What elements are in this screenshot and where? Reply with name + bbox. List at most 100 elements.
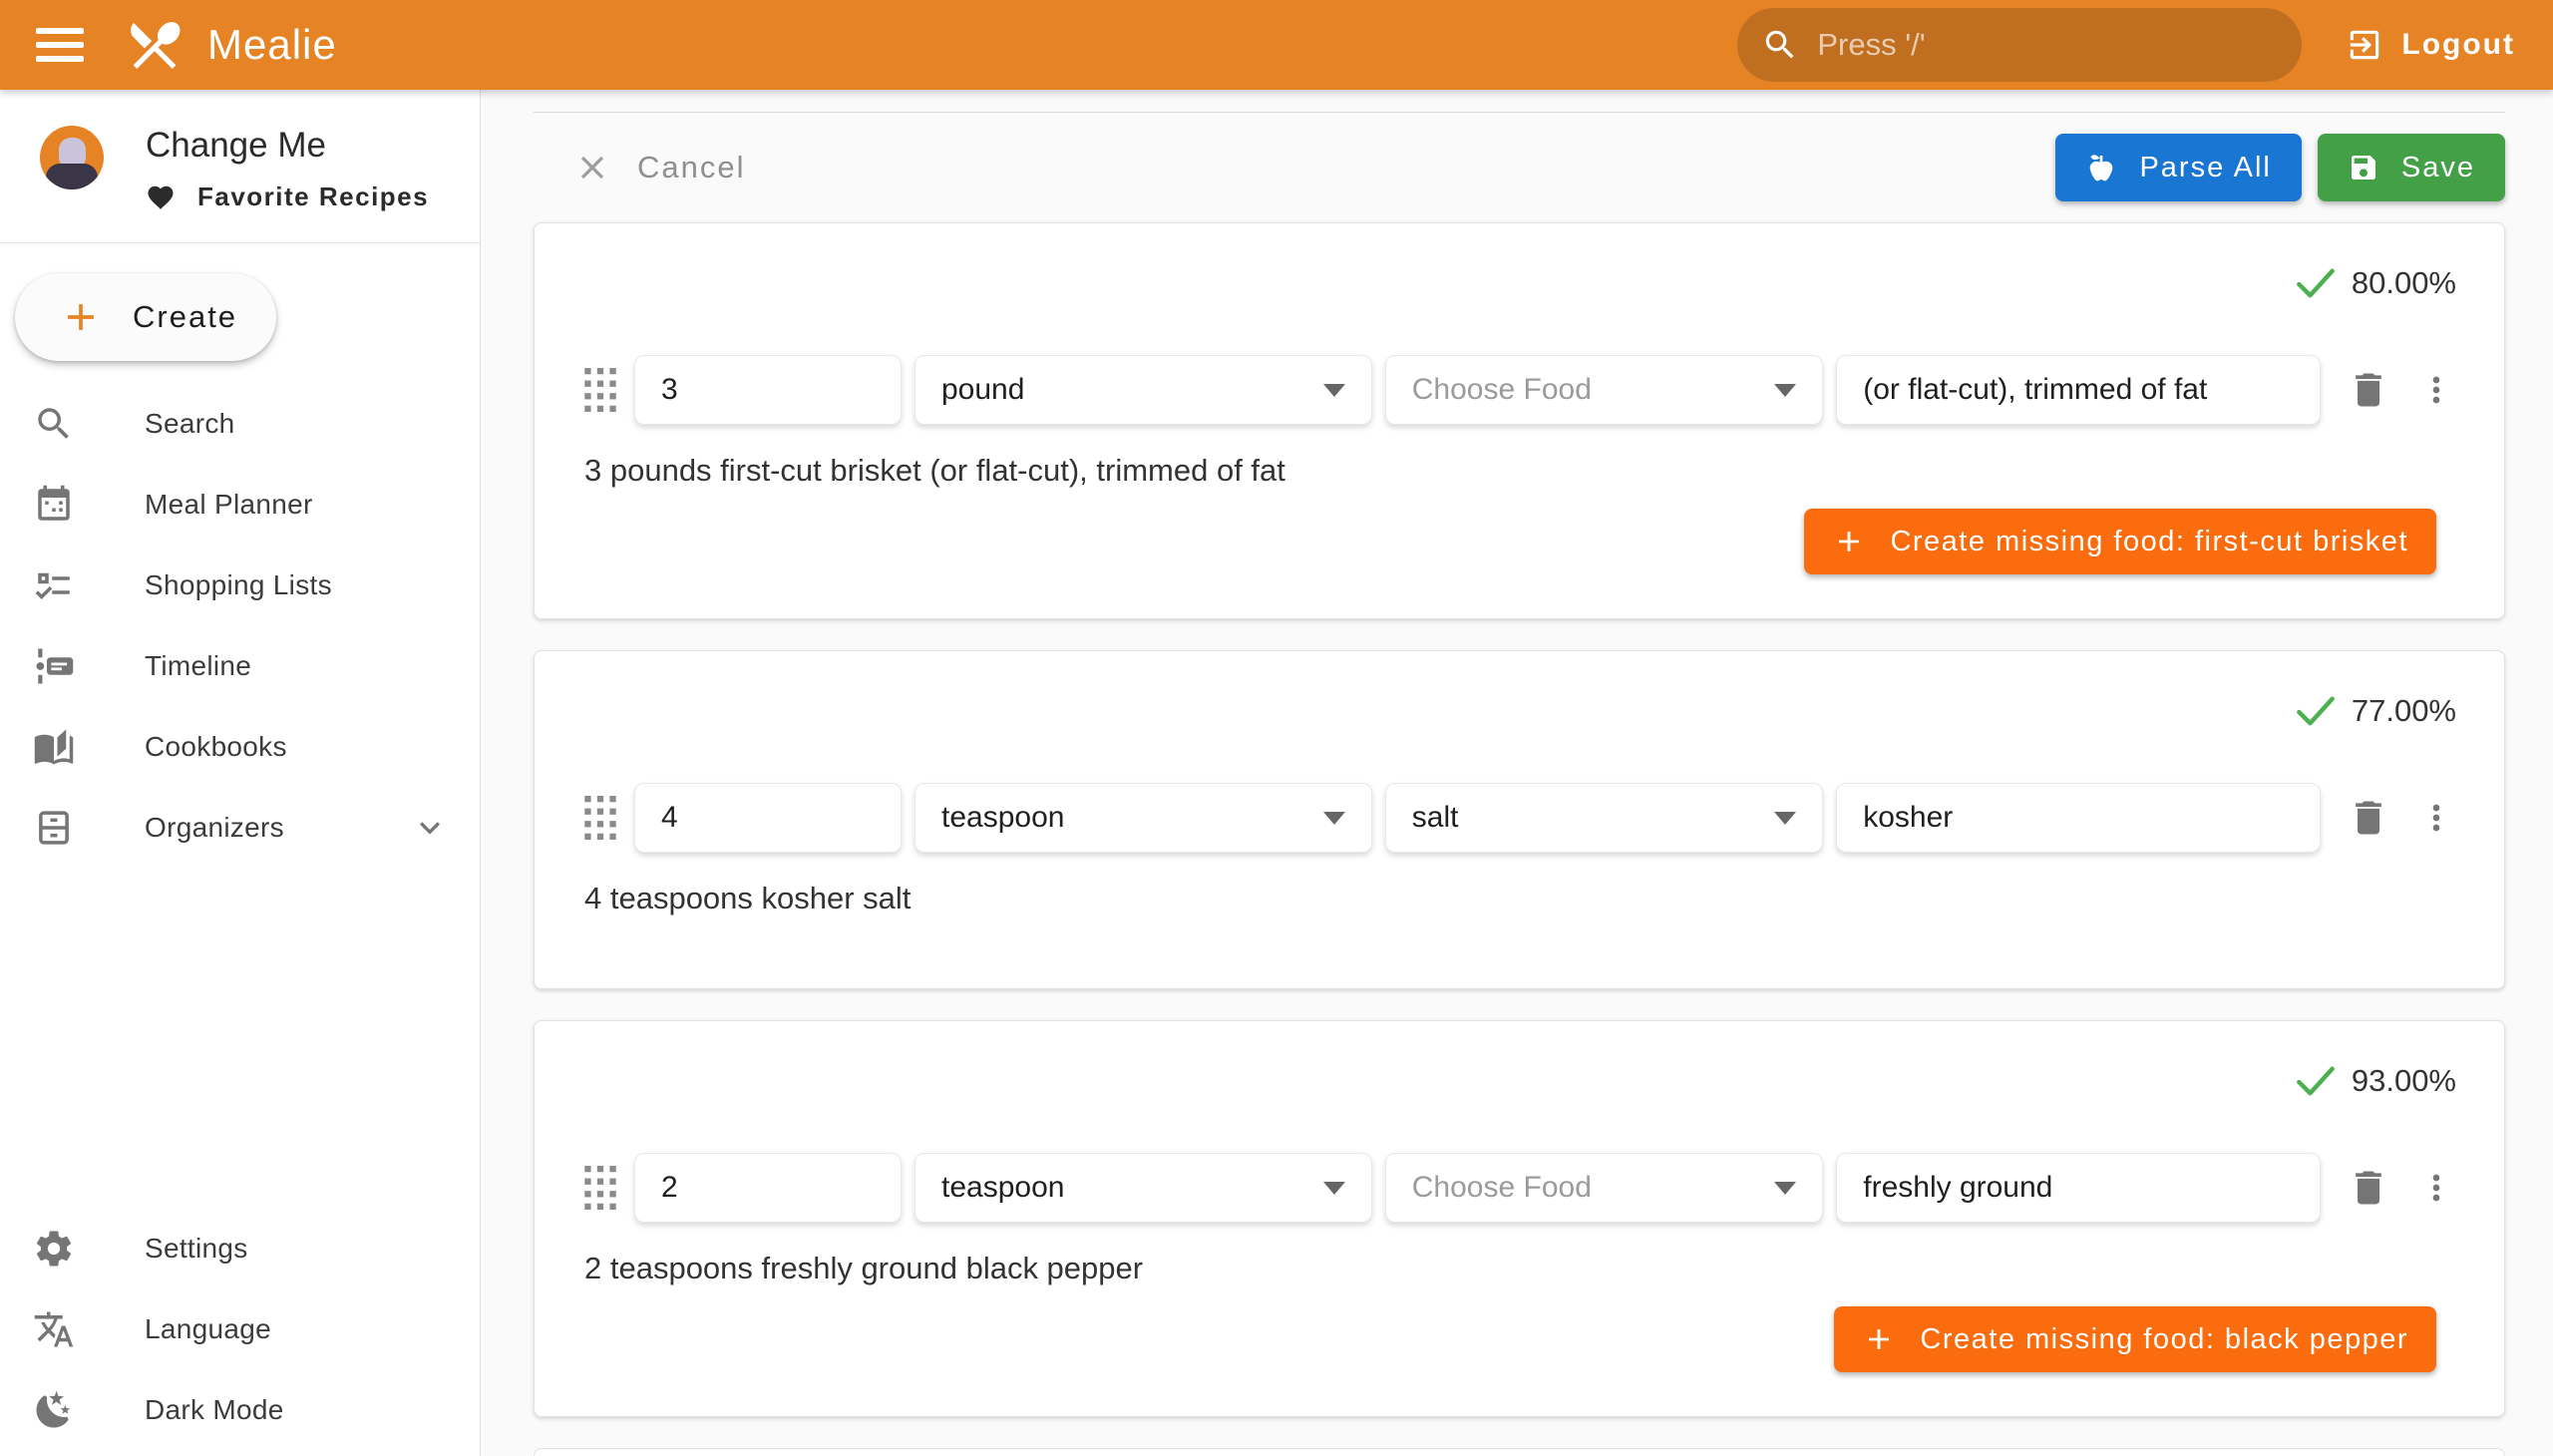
original-ingredient-text: 4 teaspoons kosher salt [584, 881, 2456, 916]
sidebar-item-label: Meal Planner [145, 489, 313, 521]
create-missing-food-button[interactable]: Create missing food: first-cut brisket [1804, 509, 2436, 574]
mealie-silverware-logo-icon [124, 14, 185, 76]
dropdown-caret-icon [1774, 812, 1796, 825]
cabinet-icon [33, 807, 75, 849]
kebab-menu-icon[interactable] [2416, 798, 2456, 838]
checklist-icon [33, 564, 75, 606]
ingredient-card: 80.00% pound Choose Food 3 pounds first-… [534, 222, 2505, 619]
create-missing-food-button[interactable]: Create missing food: black pepper [1834, 1306, 2436, 1372]
moon-icon [33, 1389, 75, 1431]
app-header: Mealie Logout [0, 0, 2553, 90]
unit-value: pound [941, 373, 1024, 407]
sidebar-item-label: Language [145, 1313, 271, 1345]
sidebar-item-dark-mode[interactable]: Dark Mode [0, 1369, 480, 1450]
sidebar-item-label: Shopping Lists [145, 569, 332, 601]
sidebar-item-label: Organizers [145, 812, 284, 844]
sidebar-item-shopping-lists[interactable]: Shopping Lists [0, 545, 480, 625]
parser-toolbar: Cancel Parse All Save [534, 113, 2505, 222]
unit-select[interactable]: teaspoon [914, 783, 1372, 853]
dropdown-caret-icon [1774, 384, 1796, 397]
food-value: salt [1412, 801, 1459, 835]
quantity-input[interactable] [634, 783, 902, 853]
dropdown-caret-icon [1323, 812, 1345, 825]
dropdown-caret-icon [1323, 384, 1345, 397]
parse-all-label: Parse All [2139, 152, 2271, 184]
save-label: Save [2401, 152, 2475, 184]
heart-icon [146, 182, 176, 212]
note-input[interactable] [1836, 1153, 2321, 1223]
sidebar-item-language[interactable]: Language [0, 1288, 480, 1369]
drag-handle-icon[interactable] [584, 368, 616, 412]
cancel-label: Cancel [637, 150, 746, 185]
quantity-input[interactable] [634, 1153, 902, 1223]
sidebar-item-label: Cookbooks [145, 731, 287, 763]
calendar-icon [33, 484, 75, 526]
create-button[interactable]: Create [15, 273, 276, 361]
user-block[interactable]: Change Me Favorite Recipes [0, 90, 480, 212]
note-input[interactable] [1836, 355, 2321, 425]
check-icon [2296, 694, 2336, 728]
close-icon [573, 149, 611, 186]
ingredient-card: 77.00% teaspoon salt 4 teaspoons kosher … [534, 650, 2505, 989]
plus-icon [1862, 1322, 1896, 1356]
note-input[interactable] [1836, 783, 2321, 853]
search-icon [33, 403, 75, 445]
quantity-input[interactable] [634, 355, 902, 425]
parse-all-button[interactable]: Parse All [2055, 134, 2301, 201]
sidebar-bottom-nav: Settings Language Dark Mode [0, 1208, 480, 1456]
app-title: Mealie [207, 21, 337, 69]
ingredient-card-partial [534, 1448, 2505, 1456]
sidebar-item-settings[interactable]: Settings [0, 1208, 480, 1288]
kebab-menu-icon[interactable] [2416, 1168, 2456, 1208]
sidebar-item-search[interactable]: Search [0, 383, 480, 464]
hamburger-menu-icon[interactable] [36, 28, 84, 62]
food-select[interactable]: salt [1385, 783, 1823, 853]
original-ingredient-text: 3 pounds first-cut brisket (or flat-cut)… [584, 453, 2456, 489]
app-root: Mealie Logout Change Me Favorite Recipes [0, 0, 2553, 1456]
search-input[interactable] [1817, 27, 2278, 63]
cancel-button[interactable]: Cancel [573, 149, 746, 186]
sidebar-item-label: Settings [145, 1233, 248, 1265]
unit-select[interactable]: teaspoon [914, 1153, 1372, 1223]
sidebar-item-timeline[interactable]: Timeline [0, 625, 480, 706]
sidebar-item-label: Search [145, 408, 235, 440]
unit-select[interactable]: pound [914, 355, 1372, 425]
global-search[interactable] [1737, 8, 2302, 82]
favorite-recipes-label: Favorite Recipes [197, 182, 429, 212]
confidence-value: 93.00% [2352, 1063, 2456, 1099]
sidebar-item-organizers[interactable]: Organizers [0, 787, 480, 868]
delete-icon[interactable] [2347, 1166, 2390, 1210]
chevron-down-icon[interactable] [410, 808, 450, 848]
create-missing-food-label: Create missing food: black pepper [1920, 1323, 2408, 1356]
dropdown-caret-icon [1323, 1182, 1345, 1195]
delete-icon[interactable] [2347, 368, 2390, 412]
food-value: Choose Food [1412, 1171, 1592, 1205]
user-name: Change Me [146, 126, 429, 166]
main-content: Cancel Parse All Save 80.00% pound C [481, 90, 2553, 1456]
create-missing-food-label: Create missing food: first-cut brisket [1890, 526, 2408, 558]
plus-icon [59, 295, 103, 339]
save-button[interactable]: Save [2318, 134, 2505, 201]
unit-value: teaspoon [941, 1171, 1064, 1205]
original-ingredient-text: 2 teaspoons freshly ground black pepper [584, 1251, 2456, 1286]
plus-icon [1832, 525, 1866, 558]
sidebar-item-label: Timeline [145, 650, 251, 682]
open-book-icon [33, 726, 75, 768]
delete-icon[interactable] [2347, 796, 2390, 840]
create-button-label: Create [133, 299, 237, 335]
save-icon [2348, 152, 2379, 183]
drag-handle-icon[interactable] [584, 796, 616, 840]
kebab-menu-icon[interactable] [2416, 370, 2456, 410]
logout-button[interactable]: Logout [2346, 26, 2515, 64]
dropdown-caret-icon [1774, 1182, 1796, 1195]
gear-icon [33, 1228, 75, 1270]
sidebar-item-cookbooks[interactable]: Cookbooks [0, 706, 480, 787]
confidence-value: 77.00% [2352, 693, 2456, 729]
drag-handle-icon[interactable] [584, 1166, 616, 1210]
logout-icon [2346, 26, 2383, 64]
timeline-icon [33, 645, 75, 687]
sidebar-item-meal-planner[interactable]: Meal Planner [0, 464, 480, 545]
food-select[interactable]: Choose Food [1385, 1153, 1823, 1223]
favorite-recipes-link[interactable]: Favorite Recipes [146, 182, 429, 212]
food-select[interactable]: Choose Food [1385, 355, 1823, 425]
